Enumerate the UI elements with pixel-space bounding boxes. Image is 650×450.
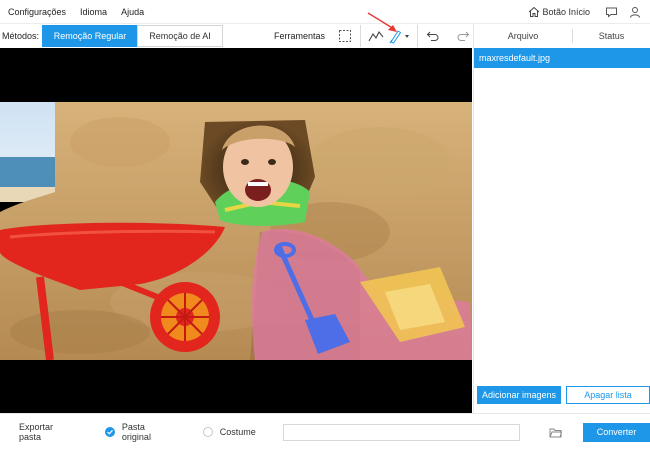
rectangle-select-tool[interactable] [335, 26, 355, 46]
annotation-arrow-icon [367, 12, 397, 32]
toolbar-divider [360, 25, 361, 47]
account-button[interactable] [626, 3, 644, 21]
clear-list-button[interactable]: Apagar lista [566, 386, 650, 404]
marquee-icon [339, 30, 351, 42]
file-list-panel: maxresdefault.jpg Adicionar imagens Apag… [473, 48, 650, 413]
tools-label: Ferramentas [273, 31, 325, 41]
custom-folder-radio[interactable] [202, 427, 213, 437]
panel-actions: Adicionar imagens Apagar lista [477, 386, 650, 404]
regular-removal-button[interactable]: Remoção Regular [42, 25, 139, 47]
image-canvas[interactable] [0, 48, 472, 413]
file-name: maxresdefault.jpg [479, 53, 551, 63]
convert-button[interactable]: Converter [582, 422, 650, 442]
menu-right: Botão Início [528, 3, 650, 21]
add-images-button[interactable]: Adicionar imagens [477, 386, 561, 404]
original-folder-label: Pasta original [121, 422, 151, 442]
redo-button[interactable] [453, 26, 473, 46]
undo-button[interactable] [423, 26, 443, 46]
methods-label: Métodos: [2, 31, 40, 41]
home-button[interactable]: Botão Início [528, 6, 590, 18]
original-folder-radio[interactable] [104, 427, 115, 437]
custom-folder-label: Costume [219, 427, 256, 437]
column-file: Arquivo [507, 31, 539, 41]
preview-image [0, 102, 472, 360]
folder-path-input[interactable] [282, 423, 521, 441]
home-label: Botão Início [542, 6, 590, 17]
ai-removal-button[interactable]: Remoção de AI [137, 25, 224, 47]
menu-help[interactable]: Ajuda [121, 7, 144, 17]
browse-folder-button[interactable] [548, 425, 562, 439]
undo-icon [426, 31, 439, 41]
export-bar: Exportar pasta Pasta original Costume Co… [0, 413, 650, 450]
menu-bar: Configurações Idioma Ajuda Botão Início [0, 0, 650, 24]
home-icon [529, 6, 540, 17]
toolbar-divider [417, 25, 418, 47]
feedback-button[interactable] [602, 3, 620, 21]
column-status: Status [598, 31, 625, 41]
redo-icon [457, 31, 470, 41]
menu-settings[interactable]: Configurações [8, 7, 66, 17]
user-icon [630, 6, 640, 18]
chat-icon [605, 7, 617, 18]
file-list-item[interactable]: maxresdefault.jpg [474, 48, 650, 68]
file-list-header: Arquivo Status [473, 24, 650, 48]
toolbar: Métodos: Remoção Regular Remoção de AI F… [0, 24, 473, 48]
check-icon [106, 429, 113, 435]
menu-language[interactable]: Idioma [80, 7, 107, 17]
export-folder-label: Exportar pasta [19, 422, 54, 442]
folder-icon [549, 428, 562, 437]
